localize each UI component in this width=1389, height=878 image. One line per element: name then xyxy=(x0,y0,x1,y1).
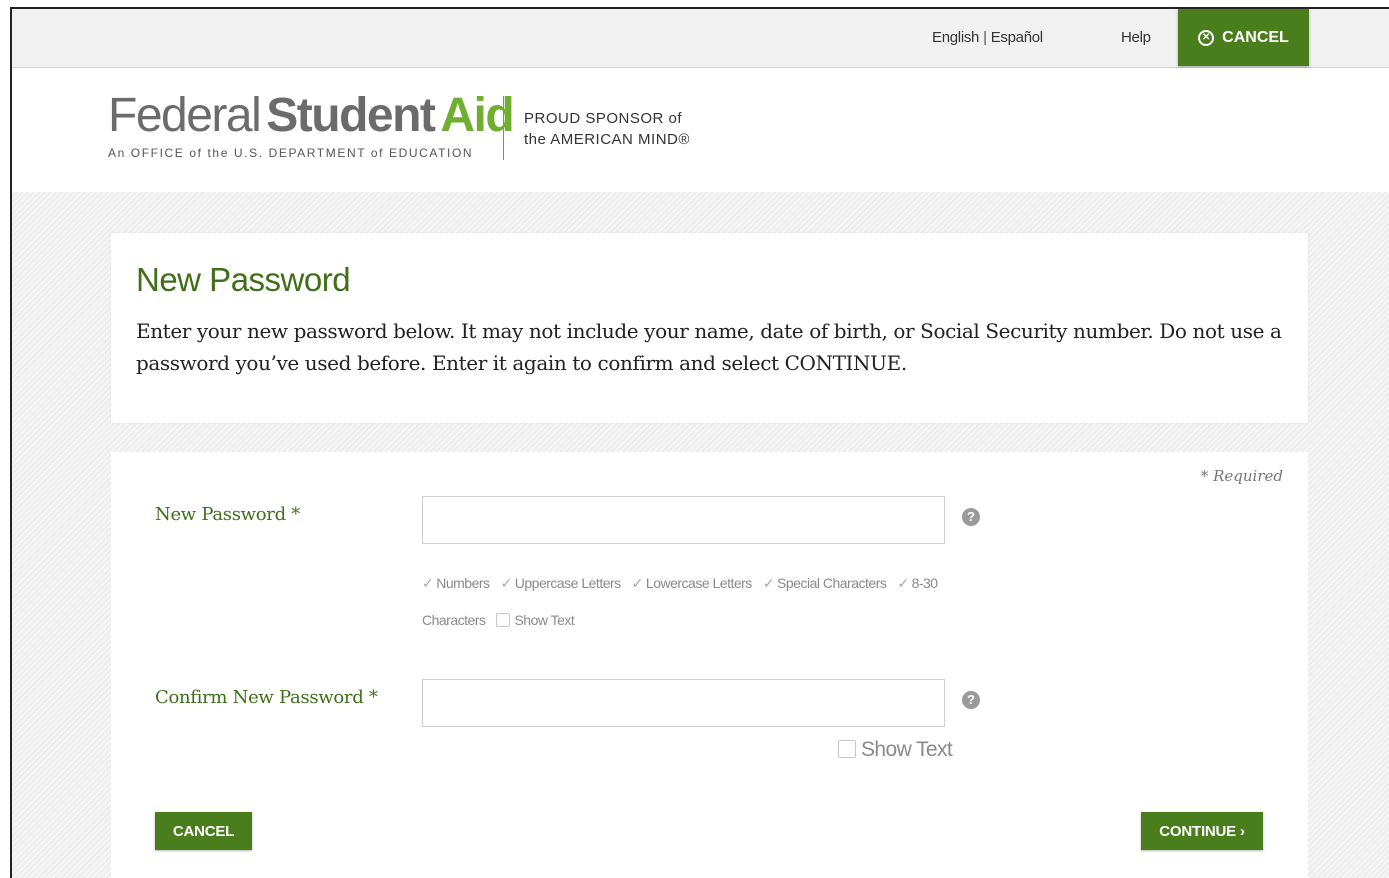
new-password-input[interactable] xyxy=(422,496,945,544)
requirement-item-wrap: Characters xyxy=(422,612,486,628)
confirm-password-label: Confirm New Password * xyxy=(155,687,378,708)
language-switcher: English | Español xyxy=(932,29,1043,46)
logo-divider xyxy=(503,96,504,160)
password-requirements: ✓ Numbers ✓ Uppercase Letters ✓ Lowercase Let… xyxy=(422,565,962,639)
continue-button[interactable]: CONTINUE › xyxy=(1141,812,1263,850)
intro-card: New Password Enter your new password bel… xyxy=(111,233,1308,423)
logo-student: Student xyxy=(266,89,436,142)
show-text-label-2: Show Text xyxy=(861,738,953,761)
requirement-item: ✓ Numbers xyxy=(422,575,490,591)
checkmark-icon: ✓ xyxy=(762,575,775,591)
checkmark-icon: ✓ xyxy=(422,575,434,591)
page-title: New Password xyxy=(136,261,351,298)
top-cancel-label: CANCEL xyxy=(1222,28,1289,46)
lang-espanol-link[interactable]: Español xyxy=(991,29,1043,46)
show-text-checkbox-2[interactable] xyxy=(838,740,856,758)
requirement-item: ✓ Uppercase Letters xyxy=(500,575,622,591)
help-link[interactable]: Help xyxy=(1121,29,1151,46)
lang-separator: | xyxy=(983,29,987,46)
checkmark-icon: ✓ xyxy=(500,575,513,591)
fsa-logo[interactable]: Federal Student Aid An OFFICE of the U.S. … xyxy=(108,89,515,161)
browser-frame: English | Español Help ✕ CANCEL Federal Stu… xyxy=(10,7,1389,878)
cancel-button[interactable]: CANCEL xyxy=(155,812,252,850)
sponsor-line-1: PROUD SPONSOR of xyxy=(524,110,683,127)
required-note: * Required xyxy=(1200,467,1283,485)
password-form: * Required New Password * ? ✓ Numbers ✓ Upp… xyxy=(111,452,1308,878)
site-header: Federal Student Aid An OFFICE of the U.S. … xyxy=(12,68,1389,192)
intro-text: Enter your new password below. It may no… xyxy=(136,319,1282,375)
top-cancel-button[interactable]: ✕ CANCEL xyxy=(1178,9,1309,66)
show-text-label-1: Show Text xyxy=(514,612,575,628)
sponsor-tagline: PROUD SPONSOR of the AMERICAN MIND® xyxy=(524,108,690,150)
lang-english-link[interactable]: English xyxy=(932,29,979,46)
logo-subtitle: An OFFICE of the U.S. DEPARTMENT of EDUC… xyxy=(108,146,474,160)
logo-wordmark: Federal Student Aid xyxy=(108,89,515,142)
logo-federal: Federal xyxy=(108,89,262,142)
requirement-item: ✓ Lowercase Letters xyxy=(631,575,753,591)
show-text-toggle-2[interactable]: Show Text xyxy=(838,738,953,762)
requirement-item: ✓ Special Characters xyxy=(762,575,887,591)
new-password-label: New Password * xyxy=(155,504,300,525)
question-circle-icon[interactable]: ? xyxy=(962,691,980,709)
show-text-checkbox-1[interactable] xyxy=(496,613,511,627)
sponsor-line-2: the AMERICAN MIND® xyxy=(524,131,690,148)
question-circle-icon[interactable]: ? xyxy=(962,508,980,526)
requirement-item: ✓ 8-30 xyxy=(897,575,938,591)
confirm-password-input[interactable] xyxy=(422,679,945,727)
utility-bar: English | Español Help ✕ CANCEL xyxy=(12,9,1389,68)
circle-x-icon: ✕ xyxy=(1198,29,1215,46)
show-text-toggle-1[interactable]: Show Text xyxy=(496,602,575,639)
checkmark-icon: ✓ xyxy=(897,575,909,591)
checkmark-icon: ✓ xyxy=(631,575,644,591)
